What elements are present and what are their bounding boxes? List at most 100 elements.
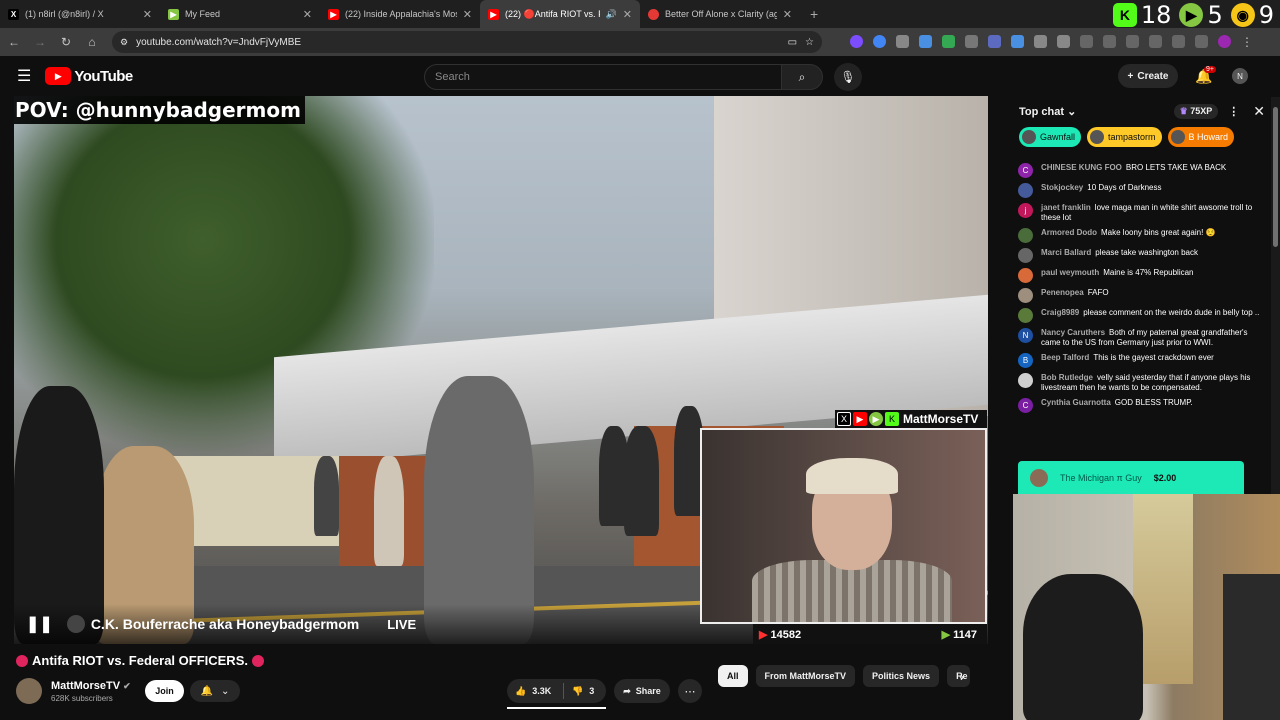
kebab-menu-icon[interactable]: ⋮ — [1228, 105, 1239, 118]
home-icon[interactable]: ⌂ — [86, 35, 98, 49]
chat-message[interactable]: C Cynthia Guarnotta GOD BLESS TRUMP. — [1013, 396, 1271, 416]
browser-tab-x[interactable]: X (1) n8irl (@n8irl) / X ✕ — [0, 0, 160, 28]
chat-message[interactable]: Armored Dodo Make loony bins great again!… — [1013, 226, 1271, 246]
sidebar-icon[interactable] — [1149, 35, 1162, 48]
avatar[interactable]: C — [1018, 398, 1033, 413]
create-button[interactable]: + Create — [1118, 64, 1178, 88]
avatar[interactable] — [1018, 373, 1033, 388]
speaker-icon[interactable]: 🔊 — [606, 9, 617, 20]
extension-icon[interactable] — [873, 35, 886, 48]
chip-from-channel[interactable]: From MattMorseTV — [755, 665, 856, 687]
history-icon[interactable] — [1080, 35, 1093, 48]
more-actions-button[interactable]: ⋯ — [678, 679, 702, 703]
join-button[interactable]: Join — [145, 680, 184, 702]
extension-icon[interactable] — [965, 35, 978, 48]
chat-author[interactable]: CHINESE KUNG FOO — [1041, 163, 1122, 172]
close-icon[interactable]: ✕ — [1253, 103, 1265, 120]
voice-search-button[interactable]: 🎙 — [834, 63, 862, 91]
chat-message[interactable]: Craig8989 please comment on the weirdo du… — [1013, 306, 1271, 326]
chat-author[interactable]: Marci Ballard — [1041, 248, 1091, 257]
xp-badge[interactable]: ♛ 75XP — [1173, 103, 1219, 119]
browser-tab-youtube-appalachia[interactable]: ▶ (22) Inside Appalachia's Most S ✕ — [320, 0, 480, 28]
chat-message[interactable]: Marci Ballard please take washington back — [1013, 246, 1271, 266]
chat-author[interactable]: janet franklin — [1041, 203, 1091, 212]
chat-message[interactable]: B Beep Talford This is the gayest crackdow… — [1013, 351, 1271, 371]
avatar[interactable]: N — [1018, 328, 1033, 343]
chip-politics-news[interactable]: Politics News — [863, 665, 940, 687]
scrollbar-thumb[interactable] — [1273, 107, 1278, 247]
devtools-icon[interactable] — [1126, 35, 1139, 48]
ticker-item[interactable]: Gawnfall — [1019, 127, 1082, 147]
bookmark-star-icon[interactable]: ☆ — [805, 37, 814, 48]
avatar[interactable] — [1018, 183, 1033, 198]
extensions-puzzle-icon[interactable] — [1057, 35, 1070, 48]
chat-message[interactable]: Bob Rutledge velly said yesterday that if… — [1013, 371, 1271, 396]
extension-icon[interactable] — [1034, 35, 1047, 48]
chat-author[interactable]: Bob Rutledge — [1041, 373, 1093, 382]
avatar[interactable]: C — [1018, 163, 1033, 178]
chat-message-list[interactable]: C CHINESE KUNG FOO BRO LETS TAKE WA BACK St… — [1013, 161, 1271, 416]
search-button[interactable]: ⌕ — [781, 64, 823, 90]
chat-message[interactable]: paul weymouth Maine is 47% Republican — [1013, 266, 1271, 286]
extension-icon[interactable] — [1011, 35, 1024, 48]
browser-tab-youtube-active[interactable]: ▶ (22) 🔴Antifa RIOT vs. Fede 🔊 ✕ — [480, 0, 640, 28]
chat-message[interactable]: Stokjockey 10 Days of Darkness — [1013, 181, 1271, 201]
search-input[interactable]: Search — [424, 64, 782, 90]
channel-avatar[interactable] — [16, 678, 42, 704]
extension-icon[interactable] — [1172, 35, 1185, 48]
close-icon[interactable]: ✕ — [303, 8, 312, 21]
chat-message[interactable]: Penenopea FAFO — [1013, 286, 1271, 306]
chat-message[interactable]: C CHINESE KUNG FOO BRO LETS TAKE WA BACK — [1013, 161, 1271, 181]
avatar[interactable] — [1018, 228, 1033, 243]
forward-icon[interactable]: → — [34, 35, 46, 49]
avatar[interactable] — [1018, 288, 1033, 303]
chat-author[interactable]: Cynthia Guarnotta — [1041, 398, 1111, 407]
extension-icon[interactable] — [896, 35, 909, 48]
back-icon[interactable]: ← — [8, 35, 20, 49]
chat-mode-select[interactable]: Top chat ⌄ — [1019, 105, 1076, 118]
browser-tab-rumble[interactable]: ▶ My Feed ✕ — [160, 0, 320, 28]
kebab-menu-icon[interactable]: ⋮ — [1241, 35, 1253, 49]
youtube-logo[interactable]: ▶ YouTube — [45, 67, 133, 85]
profile-avatar-icon[interactable] — [1218, 35, 1231, 48]
share-button[interactable]: ➦ Share — [614, 679, 670, 703]
close-icon[interactable]: ✕ — [143, 8, 152, 21]
chat-author[interactable]: Nancy Caruthers — [1041, 328, 1105, 337]
chat-author[interactable]: paul weymouth — [1041, 268, 1099, 277]
account-avatar[interactable]: N — [1232, 68, 1248, 84]
avatar[interactable] — [1018, 248, 1033, 263]
chip-all[interactable]: All — [718, 665, 748, 687]
chevron-right-icon[interactable]: › — [960, 670, 964, 684]
menu-icon[interactable]: ☰ — [17, 66, 31, 86]
reading-list-icon[interactable] — [1195, 35, 1208, 48]
pause-icon[interactable]: ❚❚ — [26, 614, 53, 634]
channel-name[interactable]: MattMorseTV ✔ — [51, 680, 131, 692]
ticker-item[interactable]: B Howard — [1167, 127, 1235, 147]
extension-icon[interactable] — [1103, 35, 1116, 48]
avatar[interactable]: B — [1018, 353, 1033, 368]
ticker-item[interactable]: tampastorm — [1087, 127, 1162, 147]
chat-message[interactable]: j janet franklin love maga man in white sh… — [1013, 201, 1271, 226]
chat-author[interactable]: Stokjockey — [1041, 183, 1083, 192]
subscribed-button[interactable]: 🔔 ⌄ — [190, 680, 240, 702]
chat-message[interactable]: N Nancy Caruthers Both of my paternal grea… — [1013, 326, 1271, 351]
site-info-icon[interactable]: ⚙ — [120, 37, 128, 48]
avatar[interactable]: j — [1018, 203, 1033, 218]
close-icon[interactable]: ✕ — [463, 8, 472, 21]
chat-author[interactable]: Penenopea — [1041, 288, 1084, 297]
browser-tab-clarity[interactable]: Better Off Alone x Clarity (agai ✕ — [640, 0, 800, 28]
chat-author[interactable]: Craig8989 — [1041, 308, 1079, 317]
chip-truncated[interactable]: Re — [947, 665, 970, 687]
extension-icon[interactable] — [942, 35, 955, 48]
dislike-button[interactable]: 👎 3 — [564, 686, 594, 697]
like-button[interactable]: 👍 3.3K — [507, 683, 564, 699]
extension-icon[interactable] — [919, 35, 932, 48]
live-badge[interactable]: LIVE — [387, 617, 416, 632]
close-icon[interactable]: ✕ — [623, 8, 632, 21]
avatar[interactable] — [1018, 268, 1033, 283]
super-chat-message[interactable]: The Michigan π Guy $2.00 — [1018, 461, 1244, 494]
page-scrollbar[interactable] — [1271, 97, 1280, 497]
address-bar[interactable]: ⚙ youtube.com/watch?v=JndvFjVyMBE ▭ ☆ — [112, 31, 822, 53]
cast-icon[interactable]: ▭ — [788, 37, 797, 48]
chat-author[interactable]: Beep Talford — [1041, 353, 1089, 362]
